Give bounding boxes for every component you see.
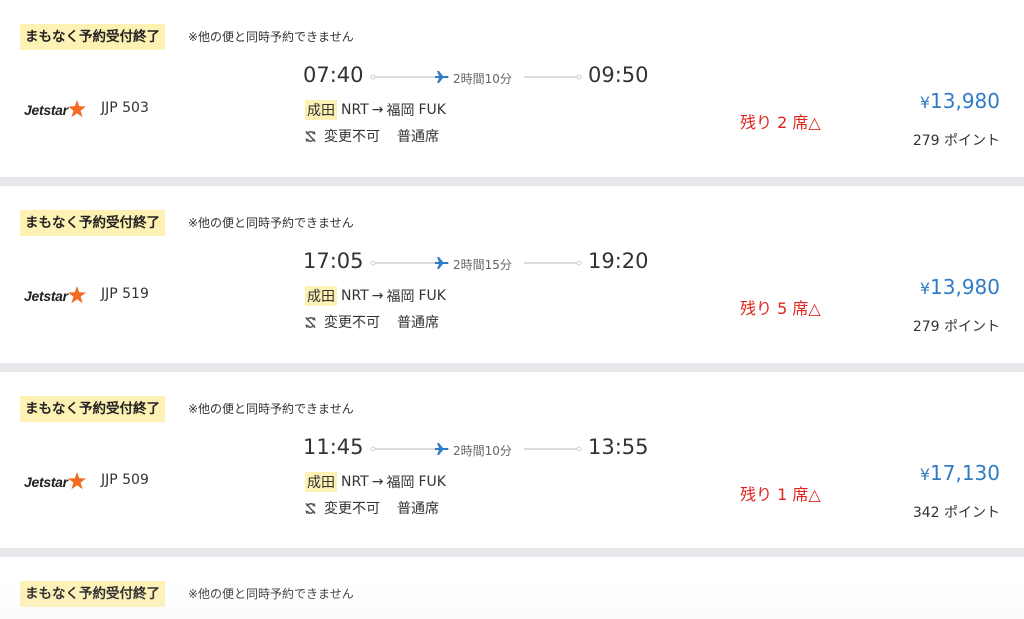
card-divider (0, 548, 1024, 557)
route: 成田 NRT → 福岡 FUK (305, 285, 446, 307)
change-policy: 変更不可 (324, 315, 380, 331)
price-value: 13,980 (930, 275, 1000, 299)
airline-logo-text: Jetstar (24, 102, 68, 118)
price-value: 17,130 (930, 461, 1000, 485)
destination-airport-name: 福岡 (386, 475, 415, 491)
reward-points: 279 ポイント (912, 319, 1000, 335)
route-arrow: → (371, 102, 384, 118)
route-arrow: → (371, 474, 384, 490)
card-divider (0, 363, 1024, 372)
reward-points: 279 ポイント (912, 133, 1000, 149)
airline-logo-text: Jetstar (24, 288, 68, 304)
route: 成田 NRT → 福岡 FUK (305, 99, 446, 121)
flight-number: JJP 519 (101, 286, 149, 302)
fare-price[interactable]: ¥13,980 (920, 275, 1000, 299)
flight-number: JJP 509 (101, 472, 149, 488)
booking-note: ※他の便と同時予約できません (188, 216, 354, 230)
origin-airport-code: NRT (341, 288, 369, 304)
flight-card[interactable]: まもなく予約受付終了 ※他の便と同時予約できません Jetstar JJP 50… (0, 372, 1024, 548)
no-change-icon (305, 130, 316, 142)
airline-logo-text: Jetstar (24, 474, 68, 490)
no-change-icon (305, 502, 316, 514)
star-icon (67, 472, 86, 490)
fare-conditions: 変更不可 普通席 (304, 125, 439, 147)
price-value: 13,980 (930, 89, 1000, 113)
origin-airport-name: 成田 (305, 286, 337, 306)
currency-symbol: ¥ (919, 465, 931, 484)
currency-symbol: ¥ (919, 93, 931, 112)
fare-conditions: 変更不可 普通席 (304, 497, 439, 519)
no-change-icon (305, 316, 316, 328)
fare-conditions: 変更不可 普通席 (304, 311, 439, 333)
change-policy: 変更不可 (324, 501, 380, 517)
destination-airport-name: 福岡 (386, 103, 415, 119)
seats-remaining: 残り 5 席△ (740, 299, 821, 318)
airline-logo: Jetstar (24, 98, 87, 122)
departure-time: 11:45 (303, 435, 364, 459)
cabin-class: 普通席 (397, 129, 439, 145)
origin-airport-name: 成田 (305, 472, 337, 492)
fare-price[interactable]: ¥17,130 (920, 461, 1000, 485)
destination-airport-code: FUK (418, 288, 446, 304)
departure-time: 17:05 (303, 249, 364, 273)
reward-points: 342 ポイント (912, 505, 1000, 521)
fare-price[interactable]: ¥13,980 (920, 89, 1000, 113)
flight-card[interactable]: まもなく予約受付終了 ※他の便と同時予約できません Jetstar JJP 50… (0, 0, 1024, 177)
departure-time: 07:40 (303, 63, 364, 87)
airline-logo: Jetstar (24, 470, 87, 494)
closing-soon-badge: まもなく予約受付終了 (20, 396, 165, 422)
star-icon (67, 286, 86, 304)
arrival-time: 19:20 (588, 249, 649, 273)
closing-soon-badge: まもなく予約受付終了 (20, 581, 165, 607)
destination-airport-code: FUK (418, 102, 446, 118)
cabin-class: 普通席 (397, 315, 439, 331)
route: 成田 NRT → 福岡 FUK (305, 471, 446, 493)
seats-remaining: 残り 1 席△ (740, 485, 821, 504)
origin-airport-code: NRT (341, 102, 369, 118)
arrival-time: 09:50 (588, 63, 649, 87)
cabin-class: 普通席 (397, 501, 439, 517)
flight-duration: 2時間15分 (453, 258, 512, 272)
change-policy: 変更不可 (324, 129, 380, 145)
closing-soon-badge: まもなく予約受付終了 (20, 210, 165, 236)
currency-symbol: ¥ (919, 279, 931, 298)
route-arrow: → (371, 288, 384, 304)
flight-timeline: 2時間10分 (369, 439, 583, 459)
origin-airport-name: 成田 (305, 100, 337, 120)
flight-timeline: 2時間10分 (369, 67, 583, 87)
seats-remaining: 残り 2 席△ (740, 113, 821, 132)
booking-note: ※他の便と同時予約できません (188, 587, 354, 601)
airline-logo: Jetstar (24, 284, 87, 308)
closing-soon-badge: まもなく予約受付終了 (20, 24, 165, 50)
origin-airport-code: NRT (341, 474, 369, 490)
flight-timeline: 2時間15分 (369, 253, 583, 273)
airplane-icon (435, 257, 449, 269)
flight-duration: 2時間10分 (453, 444, 512, 458)
flight-card[interactable]: まもなく予約受付終了 ※他の便と同時予約できません (0, 557, 1024, 619)
destination-airport-name: 福岡 (386, 289, 415, 305)
booking-note: ※他の便と同時予約できません (188, 30, 354, 44)
arrival-time: 13:55 (588, 435, 649, 459)
flight-number: JJP 503 (101, 100, 149, 116)
booking-note: ※他の便と同時予約できません (188, 402, 354, 416)
flight-card[interactable]: まもなく予約受付終了 ※他の便と同時予約できません Jetstar JJP 51… (0, 186, 1024, 363)
star-icon (67, 100, 86, 118)
airplane-icon (435, 71, 449, 83)
card-divider (0, 177, 1024, 186)
flight-duration: 2時間10分 (453, 72, 512, 86)
airplane-icon (435, 443, 449, 455)
destination-airport-code: FUK (418, 474, 446, 490)
